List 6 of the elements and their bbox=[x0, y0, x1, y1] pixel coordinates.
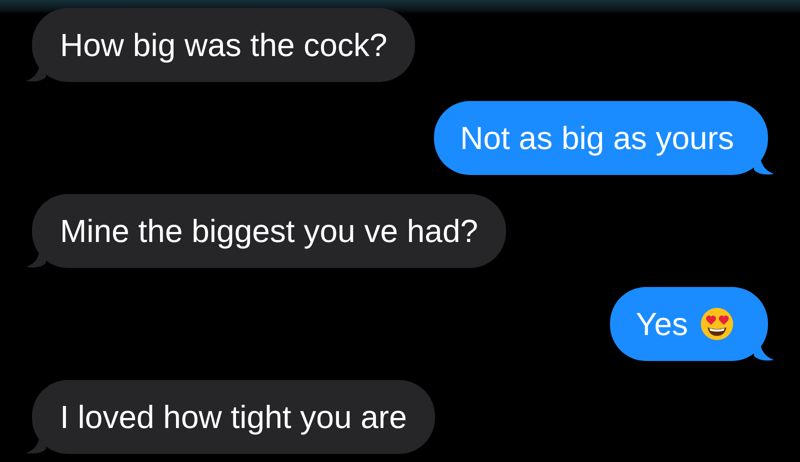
heart-eyes-emoji-icon bbox=[700, 307, 734, 341]
received-message: How big was the cock? bbox=[26, 8, 416, 82]
received-message: Mine the biggest you ve had? bbox=[26, 194, 506, 268]
received-message: I loved how tight you are bbox=[26, 380, 435, 454]
sent-message: Not as big as yours bbox=[434, 101, 774, 175]
sent-message: Yes bbox=[610, 287, 774, 361]
